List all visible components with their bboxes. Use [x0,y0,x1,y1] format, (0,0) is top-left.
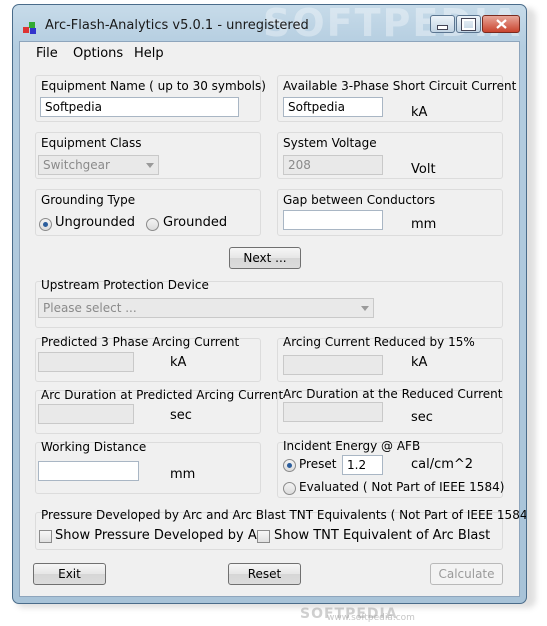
gap-label: Gap between Conductors [283,193,436,207]
arc-duration-reduced-label: Arc Duration at the Reduced Current [283,387,503,401]
window-title: Arc-Flash-Analytics v5.0.1 - unregistere… [45,18,309,33]
upstream-device-label: Upstream Protection Device [41,278,209,292]
grounding-type-label: Grounding Type [41,193,136,207]
menu-options[interactable]: Options [73,46,123,61]
exit-button[interactable]: Exit [33,563,106,585]
app-window: SOFTPEDIA Arc-Flash-Analytics v5.0.1 - u… [12,4,527,604]
gap-input[interactable] [283,210,383,230]
minimize-icon [437,24,448,30]
arc-duration-predicted-output [38,404,134,424]
incident-energy-label: Incident Energy @ AFB [283,439,421,453]
incident-energy-unit: cal/cm^2 [411,457,474,472]
gap-unit: mm [411,217,437,232]
predicted-current-label: Predicted 3 Phase Arcing Current [41,335,240,349]
next-button[interactable]: Next ... [229,247,301,269]
system-voltage-unit: Volt [411,162,436,177]
grounded-radio[interactable] [146,218,159,231]
chevron-down-icon [356,299,373,317]
chevron-down-icon [141,156,158,174]
predicted-current-output [38,352,134,372]
equipment-class-select[interactable]: Switchgear [38,155,159,175]
short-circuit-label: Available 3-Phase Short Circuit Current [283,79,517,93]
minimize-button[interactable] [430,15,455,33]
calculate-button[interactable]: Calculate [430,563,503,585]
footer-url: www.softpedia.com [327,613,415,623]
show-pressure-label[interactable]: Show Pressure Developed by Arc [55,528,269,543]
ungrounded-label[interactable]: Ungrounded [55,215,135,230]
system-voltage-label: System Voltage [283,136,377,150]
app-icon [23,22,36,34]
ungrounded-radio[interactable] [39,218,52,231]
menu-help[interactable]: Help [134,46,164,61]
upstream-device-placeholder: Please select ... [43,301,137,315]
equipment-class-value: Switchgear [43,158,110,172]
reset-button[interactable]: Reset [228,563,301,585]
maximize-button[interactable] [456,15,481,33]
show-tnt-label[interactable]: Show TNT Equivalent of Arc Blast [274,528,490,543]
show-tnt-checkbox[interactable] [257,530,270,543]
maximize-icon [461,17,476,31]
preset-value-input[interactable]: 1.2 [342,455,383,475]
equipment-name-input[interactable]: Softpedia [40,97,239,117]
close-button[interactable] [482,15,520,33]
close-icon [495,19,507,29]
equipment-class-label: Equipment Class [41,136,142,150]
predicted-current-unit: kA [170,355,187,370]
menu-file[interactable]: File [36,46,58,61]
preset-label[interactable]: Preset [299,457,336,471]
working-distance-unit: mm [170,467,196,482]
grounded-label[interactable]: Grounded [163,215,227,230]
preset-radio[interactable] [283,459,296,472]
pressure-label: Pressure Developed by Arc and Arc Blast … [41,508,527,522]
working-distance-label: Working Distance [41,440,147,454]
upstream-device-select[interactable]: Please select ... [38,298,374,318]
menu-bar: File Options Help [20,42,519,66]
reduced-current-label: Arcing Current Reduced by 15% [283,335,475,349]
evaluated-label[interactable]: Evaluated ( Not Part of IEEE 1584) [299,480,504,494]
working-distance-input[interactable] [38,461,139,481]
arc-duration-predicted-unit: sec [170,408,192,423]
equipment-name-label: Equipment Name ( up to 30 symbols) [41,79,266,93]
short-circuit-unit: kA [411,105,428,120]
arc-duration-reduced-unit: sec [411,410,433,425]
show-pressure-checkbox[interactable] [39,530,52,543]
short-circuit-input[interactable]: Softpedia [283,97,383,117]
evaluated-radio[interactable] [283,482,296,495]
client-area: File Options Help Equipment Name ( up to… [19,41,526,597]
reduced-current-unit: kA [411,355,428,370]
arc-duration-reduced-output [283,402,383,422]
arc-duration-predicted-label: Arc Duration at Predicted Arcing Current [41,388,284,402]
system-voltage-input[interactable]: 208 [283,155,383,175]
title-bar[interactable]: SOFTPEDIA Arc-Flash-Analytics v5.0.1 - u… [13,5,526,45]
reduced-current-output [283,355,383,375]
